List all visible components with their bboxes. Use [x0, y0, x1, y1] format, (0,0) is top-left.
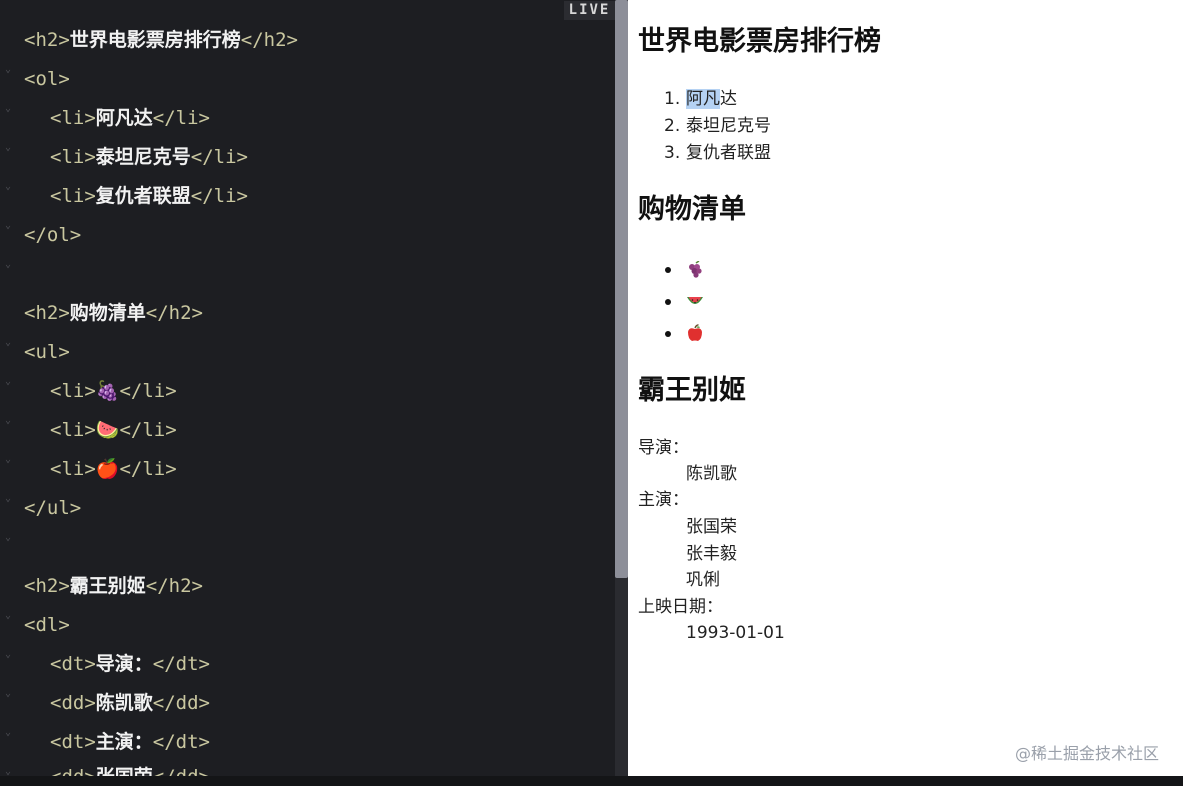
- code-line[interactable]: ⌄ <h2>购物清单</h2>: [0, 298, 203, 348]
- code-line[interactable]: ⌄ <dd>张国荣</dd>: [0, 762, 210, 776]
- watermelon-icon: [687, 297, 703, 304]
- section-title-movie: 霸王别姬: [638, 375, 746, 406]
- code-line[interactable]: ⌄ <li>🍎</li>: [0, 454, 177, 504]
- editor-scrollbar-thumb[interactable]: [615, 0, 628, 578]
- code-line[interactable]: ⌄ <dt>导演：</dt>: [0, 649, 210, 699]
- bottom-bar: [0, 776, 1183, 786]
- code-line[interactable]: ⌄ <h2>霸王别姬</h2>: [0, 571, 203, 621]
- dt-director: 导演：: [638, 438, 689, 458]
- section-title-shopping: 购物清单: [638, 194, 746, 225]
- code-line[interactable]: ⌄ </ul>: [0, 493, 81, 543]
- bullet: [665, 267, 671, 273]
- bullet: [665, 331, 671, 337]
- code-editor[interactable]: LIVE ⌄ <h2>世界电影票房排行榜</h2> ⌄ <ol> ⌄ <li>阿…: [0, 0, 615, 776]
- fold-chevron-icon[interactable]: ⌄: [5, 523, 15, 553]
- code-line[interactable]: ⌄ <li>🍇</li>: [0, 376, 177, 426]
- list-item: 阿凡达: [686, 89, 737, 109]
- live-preview: 世界电影票房排行榜 1. 阿凡达 2. 泰坦尼克号 3. 复仇者联盟 购物清单 …: [628, 0, 1183, 776]
- code-line[interactable]: ⌄ <li>复仇者联盟</li>: [0, 181, 248, 231]
- watermark: @稀土掘金技术社区: [1014, 744, 1159, 763]
- dd-cast: 巩俐: [686, 570, 720, 590]
- list-number: 2.: [664, 116, 681, 136]
- live-badge[interactable]: LIVE: [564, 1, 615, 20]
- code-line[interactable]: ⌄ <li>🍉</li>: [0, 415, 177, 465]
- section-title-box-office: 世界电影票房排行榜: [638, 26, 881, 57]
- code-line[interactable]: ⌄ <li>泰坦尼克号</li>: [0, 142, 248, 192]
- list-number: 3.: [664, 143, 681, 163]
- text-selection: 阿凡: [686, 89, 720, 109]
- dd-release-date: 1993-01-01: [686, 623, 785, 643]
- code-line[interactable]: ⌄ <dd>陈凯歌</dd>: [0, 688, 210, 738]
- dd-cast: 张丰毅: [686, 544, 737, 564]
- apple-icon: [688, 324, 702, 341]
- dd-cast: 张国荣: [686, 517, 737, 537]
- list-item: 复仇者联盟: [686, 143, 771, 163]
- code-line[interactable]: ⌄ <h2>世界电影票房排行榜</h2>: [0, 25, 298, 75]
- code-line[interactable]: ⌄ <li>阿凡达</li>: [0, 103, 210, 153]
- dt-release-date: 上映日期：: [638, 597, 723, 617]
- bullet: [665, 299, 671, 305]
- dd-director: 陈凯歌: [686, 464, 737, 484]
- code-line[interactable]: ⌄ <ul>: [0, 337, 70, 387]
- code-line[interactable]: ⌄ <dl>: [0, 610, 70, 660]
- list-item: 泰坦尼克号: [686, 116, 771, 136]
- code-line[interactable]: ⌄ </ol>: [0, 220, 81, 270]
- grape-icon: [689, 261, 702, 278]
- list-number: 1.: [664, 89, 681, 109]
- dt-cast: 主演：: [638, 490, 689, 510]
- code-line[interactable]: ⌄ <dt>主演：</dt>: [0, 727, 210, 776]
- code-line[interactable]: ⌄ <ol>: [0, 64, 70, 114]
- fold-chevron-icon[interactable]: ⌄: [5, 250, 15, 280]
